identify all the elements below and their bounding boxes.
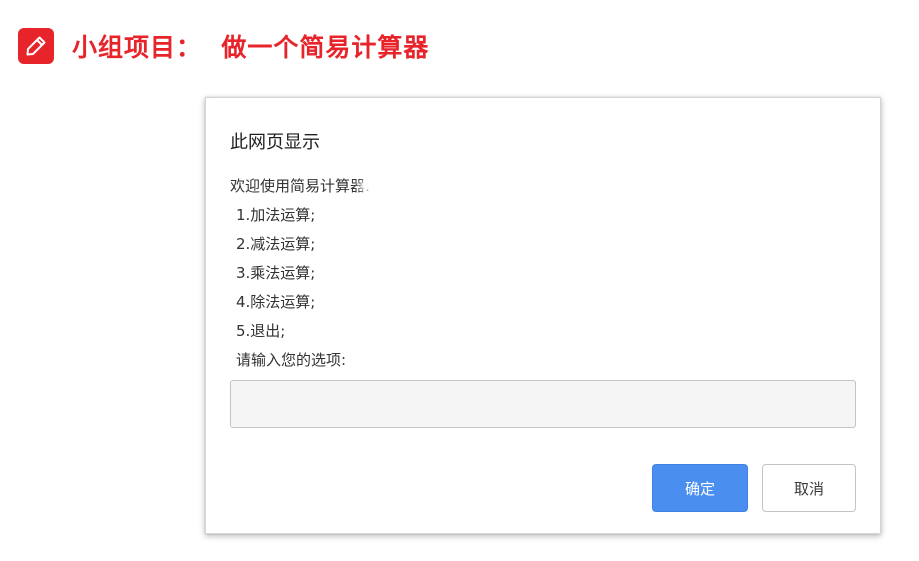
obscured-area (355, 123, 687, 205)
dialog-message: 欢迎使用简易计算器: 1.加法运算; 2.减法运算; 3.乘法运算; 4.除法运… (230, 172, 370, 375)
page-title: 小组项目： 做一个简易计算器 (72, 33, 430, 62)
message-line: 欢迎使用简易计算器: (230, 177, 371, 195)
cancel-button[interactable]: 取消 (762, 464, 856, 512)
page: 小组项目： 做一个简易计算器 此网页显示 欢迎使用简易计算器: 1.加法运算; … (0, 0, 919, 561)
ok-button[interactable]: 确定 (652, 464, 748, 512)
page-header: 小组项目： 做一个简易计算器 (18, 26, 429, 66)
obscured-area (626, 336, 676, 364)
pencil-icon (18, 28, 54, 64)
menu-option: 5.退出; (236, 322, 286, 340)
prompt-dialog: 此网页显示 欢迎使用简易计算器: 1.加法运算; 2.减法运算; 3.乘法运算;… (205, 97, 881, 534)
message-line: 请输入您的选项: (236, 351, 347, 369)
menu-option: 1.加法运算; (236, 206, 316, 224)
dialog-title: 此网页显示 (230, 132, 320, 153)
prompt-input[interactable] (230, 380, 856, 428)
menu-option: 3.乘法运算; (236, 264, 316, 282)
obscured-area (365, 183, 507, 223)
menu-option: 2.减法运算; (236, 235, 316, 253)
menu-option: 4.除法运算; (236, 293, 316, 311)
